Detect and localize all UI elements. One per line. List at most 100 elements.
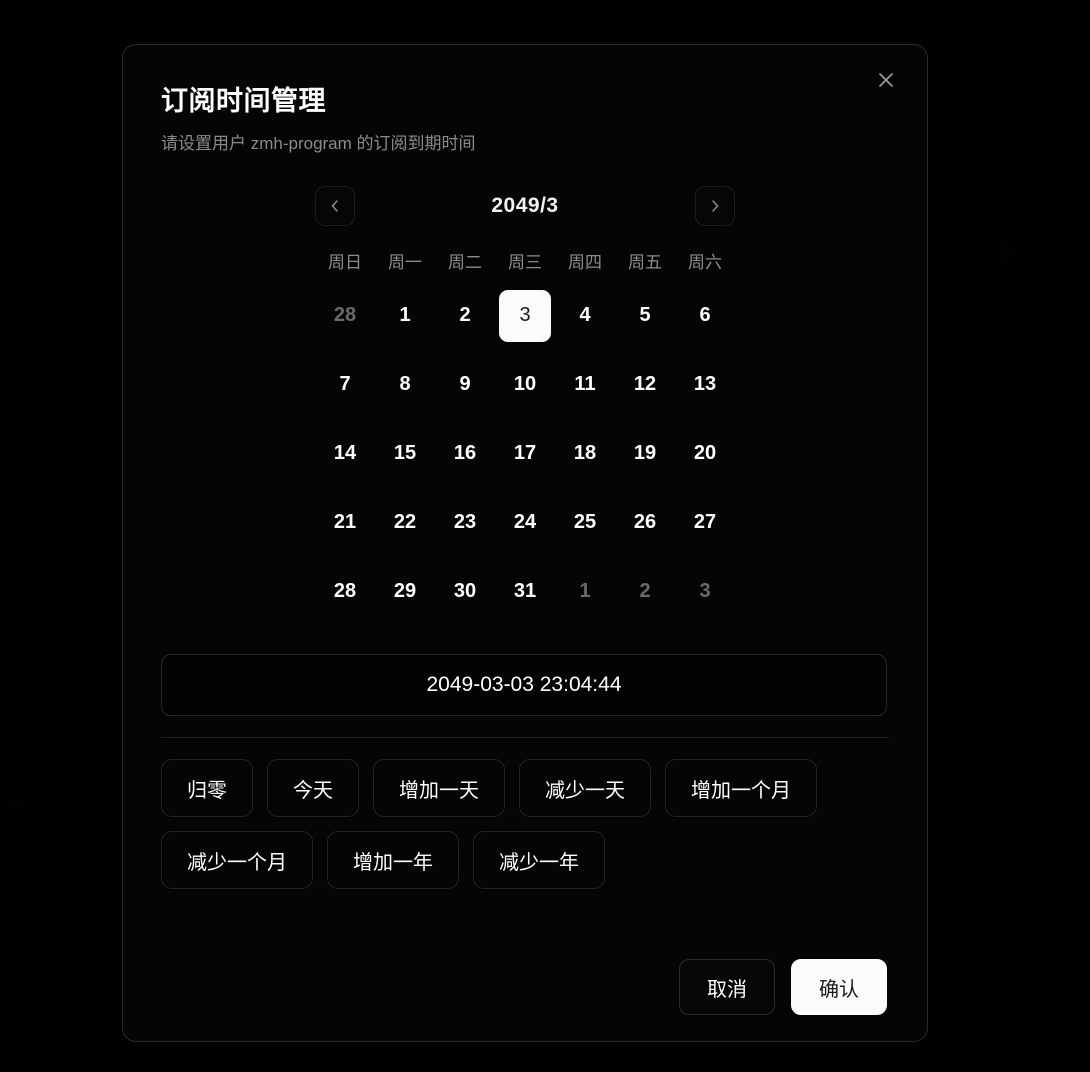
calendar-day[interactable]: 3 (679, 566, 731, 618)
calendar-day-cell: 8 (375, 350, 435, 419)
calendar-day[interactable]: 10 (499, 359, 551, 411)
calendar: 2049/3 周日 周一 周二 周三 周四 周五 周六 28 1 2 3 4 5… (315, 185, 735, 626)
calendar-day[interactable]: 22 (379, 497, 431, 549)
calendar-day[interactable]: 26 (619, 497, 671, 549)
calendar-day[interactable]: 24 (499, 497, 551, 549)
calendar-day[interactable]: 6 (679, 290, 731, 342)
calendar-day-cell: 2 (615, 557, 675, 626)
calendar-day[interactable]: 14 (319, 428, 371, 480)
quick-action-button[interactable]: 增加一天 (373, 759, 505, 818)
quick-action-button[interactable]: 今天 (267, 759, 359, 818)
calendar-day[interactable]: 1 (379, 290, 431, 342)
calendar-day[interactable]: 9 (439, 359, 491, 411)
calendar-day-cell: 20 (675, 419, 735, 488)
quick-action-button[interactable]: 增加一个月 (665, 759, 817, 818)
calendar-day[interactable]: 27 (679, 497, 731, 549)
calendar-day-cell: 16 (435, 419, 495, 488)
calendar-day-grid: 28 1 2 3 4 5 6 7 8 9 10 11 12 13 14 15 16 17 18 19 20 21 22 23 2… (315, 281, 735, 626)
calendar-day-cell: 3 (495, 281, 555, 350)
next-month-button[interactable] (694, 186, 735, 227)
calendar-day-cell: 24 (495, 488, 555, 557)
calendar-day[interactable]: 4 (559, 290, 611, 342)
calendar-day[interactable]: 5 (619, 290, 671, 342)
calendar-day-cell: 17 (495, 419, 555, 488)
calendar-day-cell: 11 (555, 350, 615, 419)
close-button[interactable] (869, 63, 903, 97)
chevron-left-icon (327, 198, 343, 214)
calendar-day-cell: 7 (315, 350, 375, 419)
calendar-day[interactable]: 11 (559, 359, 611, 411)
weekday-label: 周四 (568, 253, 602, 273)
quick-action-button[interactable]: 减少一个月 (161, 831, 313, 890)
page-title: 订阅时间管理 (161, 86, 326, 116)
calendar-day[interactable]: 29 (379, 566, 431, 618)
calendar-day[interactable]: 19 (619, 428, 671, 480)
calendar-day[interactable]: 15 (379, 428, 431, 480)
calendar-day-cell: 27 (675, 488, 735, 557)
confirm-button[interactable]: 确认 (791, 959, 887, 1015)
calendar-day-cell: 23 (435, 488, 495, 557)
datetime-field-wrap: 2049-03-03 23:04:44 (161, 654, 887, 717)
quick-action-button[interactable]: 减少一天 (519, 759, 651, 818)
weekday-label: 周五 (628, 253, 662, 273)
calendar-day[interactable]: 1 (559, 566, 611, 618)
cancel-button[interactable]: 取消 (679, 959, 775, 1015)
section-divider (161, 737, 889, 739)
calendar-day[interactable]: 18 (559, 428, 611, 480)
calendar-day[interactable]: 28 (319, 290, 371, 342)
weekday-header-row: 周日 周一 周二 周三 周四 周五 周六 (315, 249, 735, 277)
calendar-day[interactable]: 16 (439, 428, 491, 480)
calendar-day-cell: 21 (315, 488, 375, 557)
calendar-day-cell: 5 (615, 281, 675, 350)
prev-month-button[interactable] (315, 186, 355, 227)
calendar-day[interactable]: 31 (499, 566, 551, 618)
calendar-day-cell: 12 (615, 350, 675, 419)
calendar-day-selected[interactable]: 3 (499, 289, 551, 342)
calendar-day[interactable]: 21 (319, 497, 371, 549)
dialog-footer: 取消 确认 (679, 959, 887, 1015)
calendar-day[interactable]: 7 (319, 359, 371, 411)
subscription-time-dialog: 订阅时间管理 请设置用户 zmh-program 的订阅到期时间 2049/3 … (122, 44, 928, 1042)
datetime-value-field[interactable]: 2049-03-03 23:04:44 (161, 654, 887, 717)
calendar-day-cell: 13 (675, 350, 735, 419)
weekday-label: 周二 (448, 253, 482, 273)
calendar-day[interactable]: 8 (379, 359, 431, 411)
calendar-day[interactable]: 13 (679, 359, 731, 411)
calendar-day[interactable]: 20 (679, 428, 731, 480)
calendar-day-cell: 19 (615, 419, 675, 488)
calendar-day-cell: 30 (435, 557, 495, 626)
calendar-day-cell: 28 (315, 281, 375, 350)
calendar-header: 2049/3 (315, 185, 735, 227)
calendar-day[interactable]: 25 (559, 497, 611, 549)
screen: 订阅时间管理 请设置用户 zmh-program 的订阅到期时间 2049/3 … (0, 0, 1090, 1072)
chevron-right-icon (707, 198, 723, 214)
calendar-day[interactable]: 23 (439, 497, 491, 549)
calendar-day-cell: 2 (435, 281, 495, 350)
weekday-label: 周一 (388, 253, 422, 273)
calendar-day-cell: 25 (555, 488, 615, 557)
weekday-label: 周六 (688, 253, 722, 273)
calendar-day[interactable]: 28 (319, 566, 371, 618)
calendar-day-cell: 14 (315, 419, 375, 488)
close-icon (876, 70, 896, 90)
quick-action-button[interactable]: 增加一年 (327, 831, 459, 890)
quick-action-button[interactable]: 减少一年 (473, 831, 605, 890)
calendar-day[interactable]: 12 (619, 359, 671, 411)
dialog-header: 订阅时间管理 请设置用户 zmh-program 的订阅到期时间 (123, 45, 927, 155)
calendar-day[interactable]: 30 (439, 566, 491, 618)
calendar-day-cell: 28 (315, 557, 375, 626)
calendar-day[interactable]: 2 (619, 566, 671, 618)
calendar-day-cell: 18 (555, 419, 615, 488)
calendar-month-label[interactable]: 2049/3 (491, 194, 558, 218)
weekday-label: 周三 (508, 253, 542, 273)
calendar-day-cell: 10 (495, 350, 555, 419)
quick-action-button[interactable]: 归零 (161, 759, 253, 818)
calendar-day-cell: 3 (675, 557, 735, 626)
calendar-day-cell: 29 (375, 557, 435, 626)
calendar-day[interactable]: 2 (439, 290, 491, 342)
calendar-day-cell: 6 (675, 281, 735, 350)
calendar-day-cell: 22 (375, 488, 435, 557)
calendar-day-cell: 1 (555, 557, 615, 626)
calendar-day[interactable]: 17 (499, 428, 551, 480)
dialog-subtitle: 请设置用户 zmh-program 的订阅到期时间 (161, 134, 476, 154)
